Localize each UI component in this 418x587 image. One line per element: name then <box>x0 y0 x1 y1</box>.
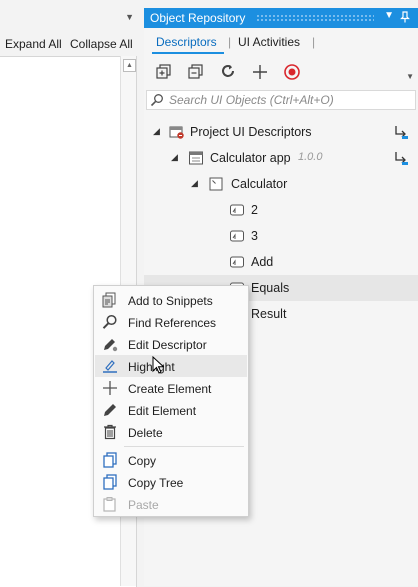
tree-item-label: Project UI Descriptors <box>190 125 312 139</box>
pin-icon[interactable] <box>400 11 410 26</box>
menu-item-label: Delete <box>128 426 163 440</box>
active-tab-indicator <box>152 52 224 54</box>
tab-strip: Descriptors | UI Activities | <box>144 30 418 56</box>
scroll-up-icon[interactable]: ▲ <box>123 59 136 72</box>
menu-item-label: Edit Element <box>128 404 197 418</box>
menu-item-create-element[interactable]: Create Element <box>95 377 247 399</box>
search-input[interactable] <box>169 91 409 109</box>
menu-item-copy-tree[interactable]: Copy Tree <box>95 471 247 493</box>
tree-item-calculator-app[interactable]: ◢ Calculator app 1.0.0 <box>144 145 418 171</box>
plus-icon[interactable] <box>250 62 270 82</box>
menu-item-label: Paste <box>128 498 159 512</box>
tree-item-element[interactable]: Add <box>144 249 418 275</box>
menu-item-label: Create Element <box>128 382 212 396</box>
tree-item-element[interactable]: 2 <box>144 197 418 223</box>
element-icon <box>229 228 245 244</box>
menu-item-delete[interactable]: Delete <box>95 421 247 443</box>
collapse-all-button[interactable]: Collapse All <box>70 37 133 51</box>
magnifier-icon <box>102 314 118 330</box>
collapse-arrow-icon[interactable]: ◢ <box>191 178 198 189</box>
menu-item-label: Copy Tree <box>128 476 184 490</box>
menu-item-label: Highlight <box>128 360 175 374</box>
highlight-icon <box>102 358 118 374</box>
element-icon <box>229 202 245 218</box>
edit-descriptor-icon <box>102 336 118 352</box>
tab-separator: | <box>228 35 232 49</box>
tree-item-label: Add <box>251 255 274 269</box>
record-icon[interactable] <box>282 62 302 82</box>
tree-item-label: Calculator <box>231 177 288 191</box>
menu-item-label: Edit Descriptor <box>128 338 207 352</box>
element-icon <box>229 254 245 270</box>
collapse-arrow-icon[interactable]: ◢ <box>153 126 160 137</box>
tab-descriptors[interactable]: Descriptors <box>156 35 217 49</box>
search-icon <box>150 93 164 107</box>
tree-item-label: Result <box>251 307 287 321</box>
toolbar-overflow-icon[interactable]: ▼ <box>406 72 414 81</box>
paste-icon <box>102 496 118 512</box>
tree-item-project-ui-descriptors[interactable]: ◢ Project UI Descriptors <box>144 119 418 145</box>
panel-menu-icon[interactable]: ▼ <box>384 10 394 21</box>
panel-menu-icon[interactable]: ▼ <box>125 12 134 22</box>
menu-item-edit-element[interactable]: Edit Element <box>95 399 247 421</box>
app-window-icon <box>188 150 204 166</box>
tree-item-label: Calculator app <box>210 151 291 165</box>
tab-ui-activities[interactable]: UI Activities <box>238 35 300 49</box>
trash-icon <box>102 424 118 440</box>
menu-item-paste[interactable]: Paste <box>95 493 247 515</box>
repo-toolbar: ▼ <box>144 62 418 84</box>
menu-separator <box>124 446 244 447</box>
project-descriptors-icon <box>169 124 185 140</box>
left-panel-header: ▼ <box>0 8 140 28</box>
menu-item-edit-descriptor[interactable]: Edit Descriptor <box>95 333 247 355</box>
context-menu: Add to Snippets Find References Edit Des… <box>93 285 249 517</box>
tree-item-label: 2 <box>251 203 258 217</box>
tab-separator: | <box>312 35 316 49</box>
menu-item-label: Add to Snippets <box>128 294 213 308</box>
version-label: 1.0.0 <box>298 151 323 163</box>
left-toolbar: Expand All Collapse All <box>0 34 140 54</box>
panel-title-bar[interactable]: Object Repository ▼ <box>144 8 418 28</box>
menu-item-label: Find References <box>128 316 217 330</box>
menu-item-add-to-snippets[interactable]: Add to Snippets <box>95 289 247 311</box>
add-library-icon[interactable] <box>154 62 174 82</box>
tree-item-label: 3 <box>251 229 258 243</box>
tree-item-label: Equals <box>251 281 290 295</box>
drag-grip[interactable] <box>256 14 374 21</box>
search-box <box>146 90 416 110</box>
screen-icon <box>208 176 224 192</box>
panel-title: Object Repository <box>150 11 246 25</box>
tree-item-calculator[interactable]: ◢ Calculator <box>144 171 418 197</box>
pencil-icon <box>102 402 118 418</box>
expand-all-button[interactable]: Expand All <box>5 37 62 51</box>
plus-icon <box>102 380 118 396</box>
menu-item-find-references[interactable]: Find References <box>95 311 247 333</box>
menu-item-label: Copy <box>128 454 157 468</box>
menu-item-copy[interactable]: Copy <box>95 449 247 471</box>
navigate-icon[interactable] <box>392 123 410 141</box>
tree-item-element[interactable]: 3 <box>144 223 418 249</box>
menu-item-highlight[interactable]: Highlight <box>95 355 247 377</box>
refresh-icon[interactable] <box>218 62 238 82</box>
navigate-icon[interactable] <box>392 149 410 167</box>
collapse-arrow-icon[interactable]: ◢ <box>171 152 178 163</box>
remove-icon[interactable] <box>186 62 206 82</box>
snippets-icon <box>102 292 118 308</box>
copy-icon <box>102 452 118 468</box>
copy-tree-icon <box>102 474 118 490</box>
